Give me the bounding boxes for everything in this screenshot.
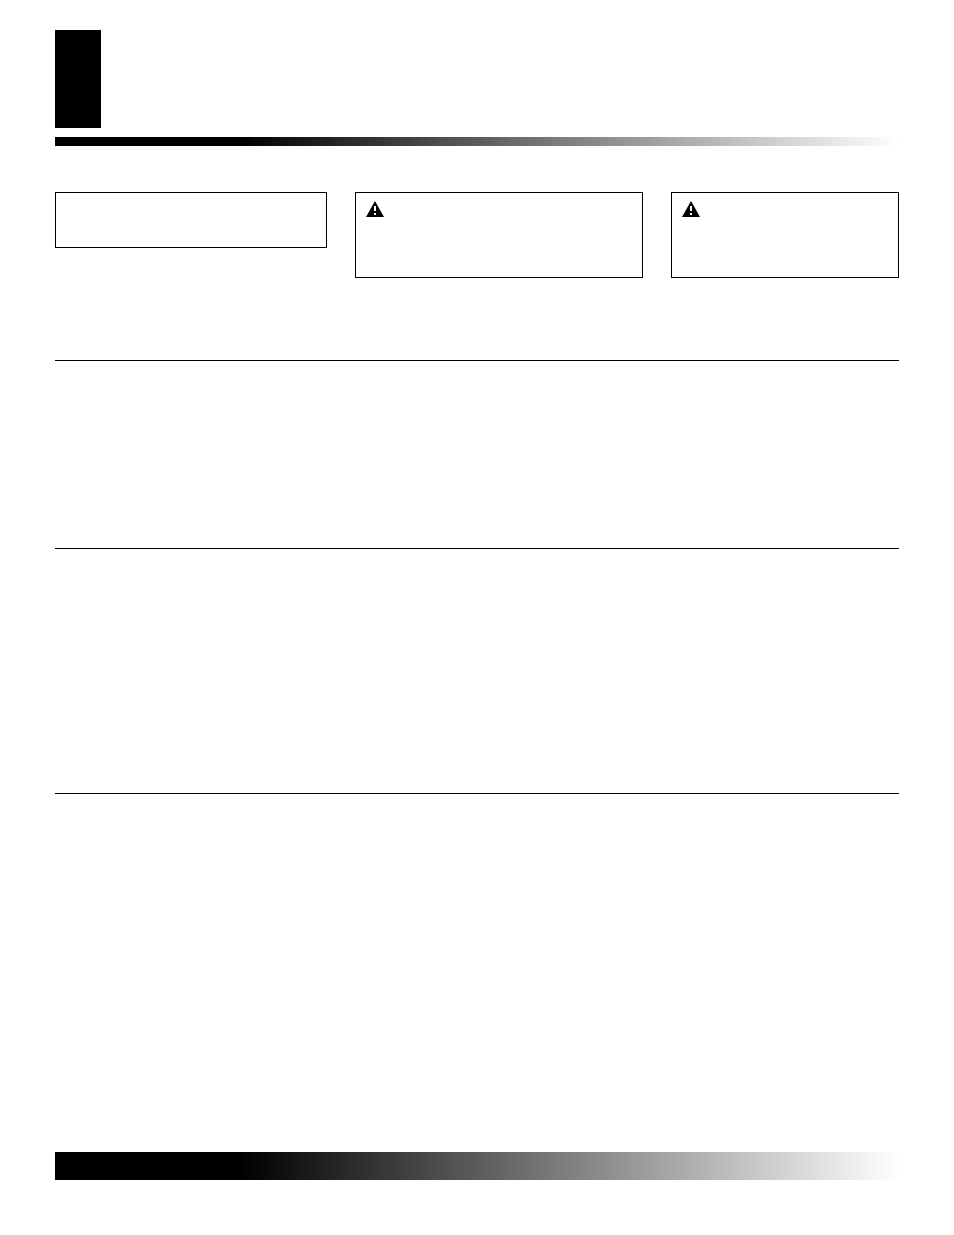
notice-row: [55, 192, 899, 278]
section-divider: [55, 360, 899, 361]
section-divider: [55, 793, 899, 794]
warning-box-1: [355, 192, 643, 278]
warning-icon: [682, 201, 700, 217]
notice-box-plain: [55, 192, 327, 248]
warning-icon: [366, 201, 384, 217]
warning-box-2: [671, 192, 899, 278]
page: [0, 0, 954, 1235]
section-tab: [55, 30, 101, 128]
section-divider: [55, 548, 899, 549]
page-header: [123, 30, 899, 146]
divider-gradient-bottom: [55, 1152, 899, 1180]
divider-gradient-top: [55, 137, 899, 146]
